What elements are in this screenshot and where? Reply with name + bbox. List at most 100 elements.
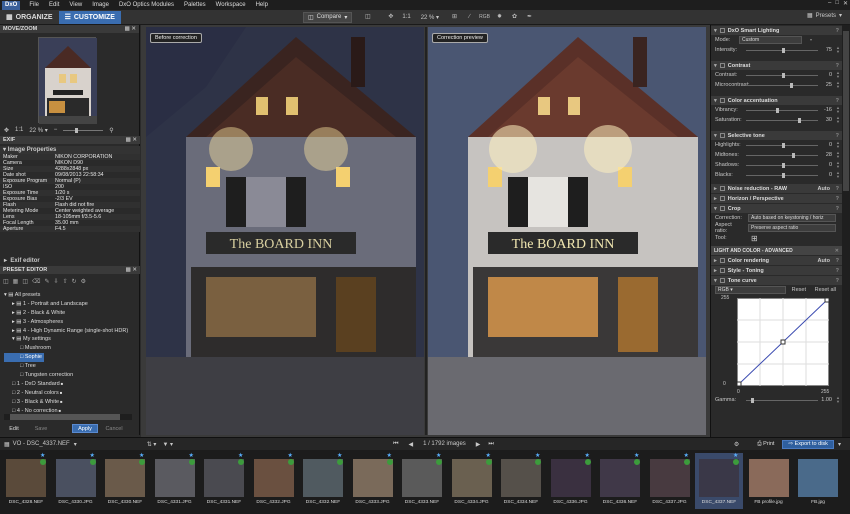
split-view-icon[interactable]: ◫	[362, 12, 373, 23]
edit-button[interactable]: Edit	[2, 424, 26, 433]
color-accentuation-header[interactable]: ▾ Color accentuation?	[711, 96, 842, 105]
filter-icon[interactable]: ▼ ▾	[162, 441, 173, 448]
preset-tree-item[interactable]: □ 3 - Black & White ■	[4, 398, 134, 407]
aspect-ratio-select[interactable]: Preserve aspect ratio	[748, 224, 836, 232]
blacks-slider[interactable]	[746, 173, 818, 178]
contrast-value[interactable]: 0	[818, 72, 832, 78]
smart-lighting-mode-select[interactable]: Custom	[739, 36, 802, 44]
exif-section-title[interactable]: ▾ Image Properties	[0, 146, 140, 154]
blacks-value[interactable]: 0	[818, 172, 832, 178]
saturation-slider[interactable]	[746, 118, 818, 123]
preset-tree-item[interactable]: □ 2 - Neutral colors ■	[4, 389, 134, 398]
print-button[interactable]: ⎙ Print	[753, 440, 778, 449]
filmstrip-thumbnail[interactable]: ★ DSC_4334.JPG	[448, 453, 496, 509]
stepper-icon[interactable]: ▲ ▼	[836, 141, 840, 149]
zoom-level-select[interactable]: 22 % ▾	[421, 14, 439, 21]
straighten-icon[interactable]: ∕	[464, 12, 475, 23]
tone-curve-graph[interactable]	[737, 298, 829, 386]
crop-correction-select[interactable]: Auto based on keystoning / horiz	[748, 214, 836, 222]
delete-icon[interactable]: ⌫	[32, 278, 40, 285]
filmstrip-thumbnail[interactable]: ★ DSC_4337.NEF	[695, 453, 743, 509]
intensity-value[interactable]: 75	[818, 47, 832, 53]
filmstrip-thumbnail[interactable]: ★ DSC_4337.JPG	[646, 453, 694, 509]
tone-curve-checkbox[interactable]	[719, 278, 725, 283]
move-icon[interactable]: ✥	[4, 127, 9, 134]
stepper-icon[interactable]: ▲ ▼	[836, 161, 840, 169]
presets-button[interactable]: ▦ Presets ▾	[807, 12, 842, 20]
crop-tool-icon[interactable]: ⊞	[751, 234, 758, 243]
midtones-slider[interactable]	[746, 153, 818, 158]
before-image[interactable]: The BOARD INN Before correction	[146, 27, 424, 435]
help-icon[interactable]: ?	[836, 98, 839, 104]
sort-icon[interactable]: ⇅ ▾	[147, 441, 157, 448]
preset-tree-item[interactable]: □ Tungsten correction	[4, 371, 134, 380]
gamma-slider[interactable]	[746, 398, 818, 403]
preset-tree-item[interactable]: ▾ ▤ My settings	[4, 335, 134, 344]
filmstrip-thumbnail[interactable]: ★ DSC_4328.NEF	[2, 453, 50, 509]
stepper-icon[interactable]: ▲ ▼	[836, 396, 840, 404]
vibrancy-slider[interactable]	[746, 108, 818, 113]
preset-tree-item[interactable]: ▸ ▤ 4 - High Dynamic Range (single-shot …	[4, 327, 134, 336]
filmstrip-thumbnail[interactable]: FB profile.jpg	[745, 453, 793, 509]
help-icon[interactable]: ?	[836, 133, 839, 139]
help-icon[interactable]: ?	[836, 196, 839, 202]
selective-tone-header[interactable]: ▾ Selective tone?	[711, 131, 842, 140]
export-icon[interactable]: ⇧	[63, 278, 68, 285]
stepper-icon[interactable]: ▲ ▼	[836, 171, 840, 179]
image-viewer[interactable]: The BOARD INN Before correction The BOAR…	[141, 25, 710, 437]
panel-close-icon[interactable]: ▩ ✕	[125, 25, 136, 33]
duplicate-icon[interactable]: ◫	[22, 278, 28, 285]
highlights-value[interactable]: 0	[818, 142, 832, 148]
color-rendering-header[interactable]: ▸ Color rendering Auto?	[711, 256, 842, 265]
contrast-checkbox[interactable]	[719, 63, 725, 68]
contrast-slider[interactable]	[746, 73, 818, 78]
menu-help[interactable]: Help	[251, 2, 273, 8]
filmstrip-thumbnail[interactable]: ★ DSC_4331.JPG	[151, 453, 199, 509]
curve-channel-select[interactable]: RGB ▾	[715, 286, 786, 294]
curve-reset-all-button[interactable]: Reset all	[815, 287, 836, 293]
style-toning-checkbox[interactable]	[719, 268, 725, 273]
noise-reduction-header[interactable]: ▸ Noise reduction - RAW Auto?	[711, 184, 842, 193]
curve-reset-button[interactable]: Reset	[792, 287, 806, 293]
help-icon[interactable]: ?	[836, 186, 839, 192]
move-icon[interactable]: ✥	[385, 12, 396, 23]
crop-header[interactable]: ▾ Crop?	[711, 204, 842, 213]
retouch-icon[interactable]: ✸	[494, 12, 505, 23]
filmstrip-thumbnail[interactable]: ★ DSC_4330.NEF	[101, 453, 149, 509]
help-icon[interactable]: ?	[836, 268, 839, 274]
prev-image-icon[interactable]: ◀	[408, 441, 413, 448]
contrast-header[interactable]: ▾ Contrast?	[711, 61, 842, 70]
redeye-icon[interactable]: RGB	[479, 12, 490, 23]
local-adjust-icon[interactable]: ✿	[509, 12, 520, 23]
zoom-in-icon[interactable]: ⚲	[109, 127, 113, 134]
close-icon[interactable]: ✕	[843, 0, 848, 7]
noise-reduction-checkbox[interactable]	[719, 186, 725, 191]
filmstrip-thumbnail[interactable]: ★ DSC_4336.JPG	[547, 453, 595, 509]
minimize-icon[interactable]: –	[828, 0, 831, 7]
after-image[interactable]: The BOARD INN Correction preview	[428, 27, 706, 435]
gamma-value[interactable]: 1.00	[818, 397, 832, 403]
color-rendering-checkbox[interactable]	[719, 258, 725, 263]
save-button[interactable]: Save	[30, 424, 52, 433]
tone-curve-header[interactable]: ▾ Tone curve?	[711, 276, 842, 285]
preset-tree-item[interactable]: □ Mushroom	[4, 344, 134, 353]
next-image-icon[interactable]: ▶	[476, 441, 481, 448]
filmstrip-thumbnail[interactable]: ★ DSC_4330.JPG	[52, 453, 100, 509]
horizon-checkbox[interactable]	[719, 196, 725, 201]
smart-lighting-checkbox[interactable]	[719, 28, 725, 33]
filmstrip-thumbnail[interactable]: ★ DSC_4333.NEF	[398, 453, 446, 509]
microcontrast-slider[interactable]	[746, 83, 818, 88]
menu-file[interactable]: File	[24, 2, 44, 8]
stepper-icon[interactable]: ▲ ▼	[836, 46, 840, 54]
settings-icon[interactable]: ⚙	[81, 278, 86, 285]
menu-optics-modules[interactable]: DxO Optics Modules	[114, 2, 179, 8]
menu-palettes[interactable]: Palettes	[179, 2, 211, 8]
filmstrip-thumbnail[interactable]: ★ DSC_4333.JPG	[349, 453, 397, 509]
color-accentuation-checkbox[interactable]	[719, 98, 725, 103]
shadows-slider[interactable]	[746, 163, 818, 168]
vibrancy-value[interactable]: -16	[818, 107, 832, 113]
menu-view[interactable]: View	[64, 2, 87, 8]
cancel-button[interactable]: Cancel	[102, 424, 126, 433]
refresh-icon[interactable]: ↻	[72, 278, 77, 285]
stepper-icon[interactable]: ▲ ▼	[836, 106, 840, 114]
